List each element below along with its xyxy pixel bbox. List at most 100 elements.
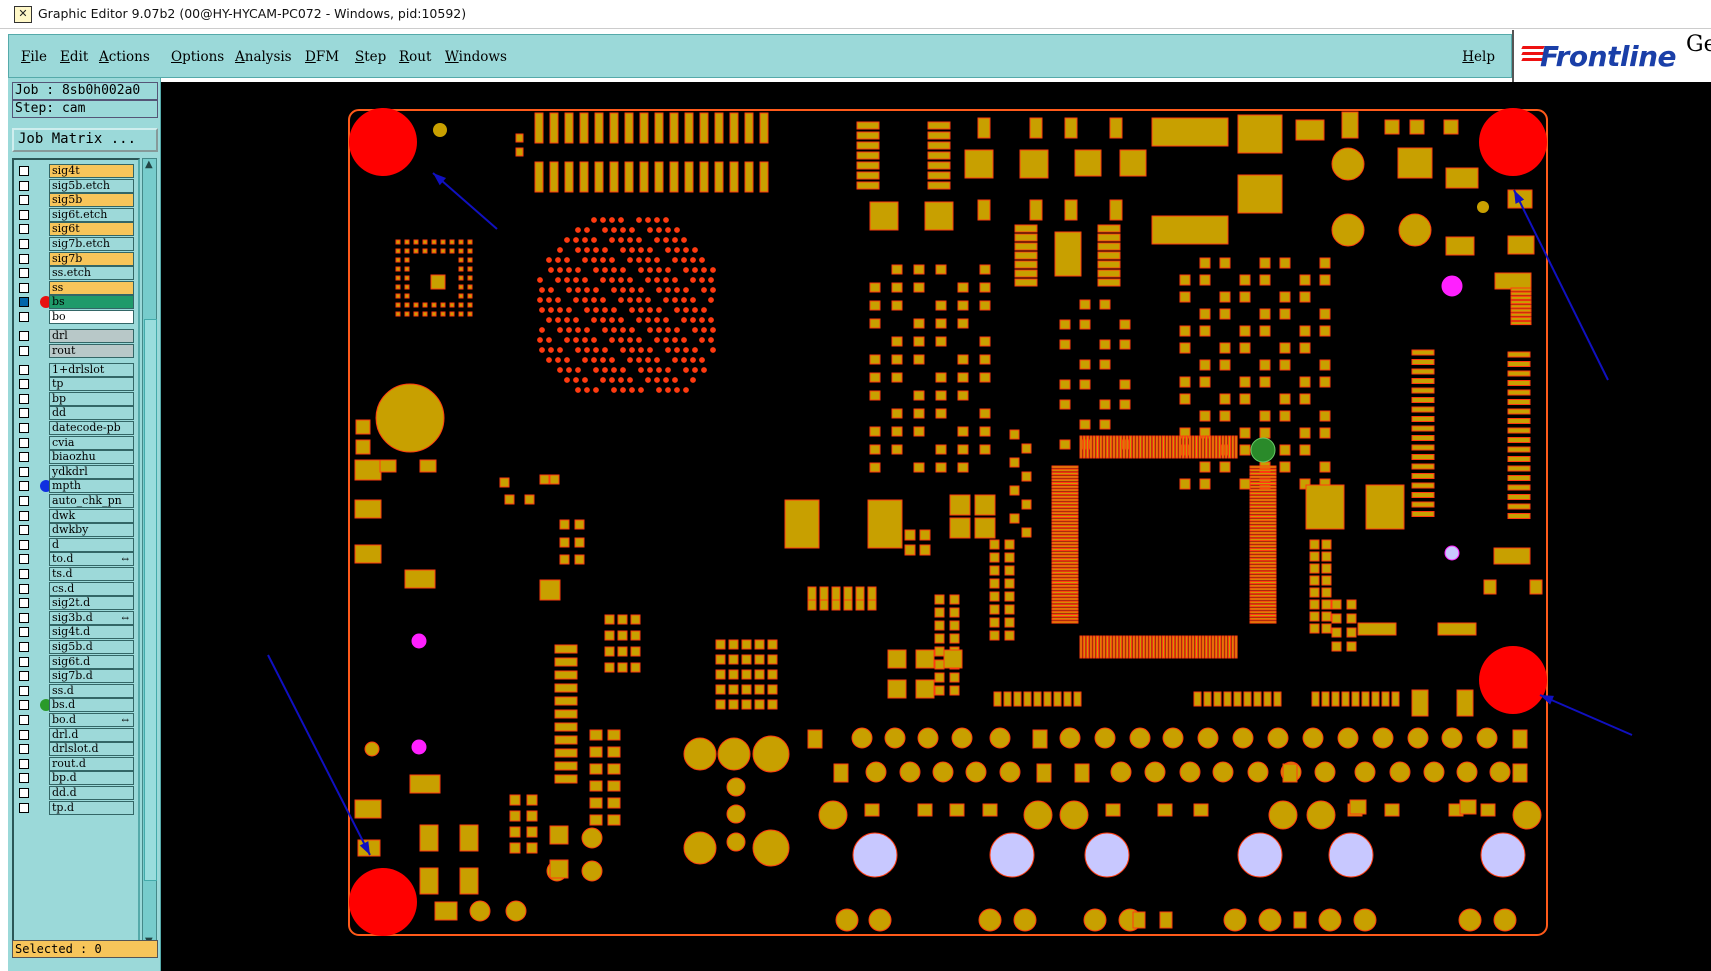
layer-row[interactable]: tp.d	[16, 800, 136, 815]
layer-name[interactable]: tp	[49, 377, 134, 392]
layer-checkbox[interactable]	[19, 180, 29, 191]
layer-row[interactable]: drlslot.d	[16, 742, 136, 757]
layer-row[interactable]: cvia	[16, 435, 136, 450]
layer-row[interactable]: auto_chk_pn	[16, 494, 136, 508]
menu-dfm[interactable]: DFM	[305, 49, 339, 65]
layer-name[interactable]: dwk	[49, 508, 134, 523]
layer-checkbox[interactable]	[19, 598, 29, 609]
layer-row[interactable]: dwk	[16, 508, 136, 523]
layer-name[interactable]: d	[49, 537, 134, 552]
menu-edit[interactable]: Edit	[60, 49, 88, 65]
menu-windows[interactable]: Windows	[445, 49, 507, 65]
layer-row[interactable]: drl	[16, 329, 136, 343]
layer-row[interactable]: ss	[16, 280, 136, 295]
layer-name[interactable]: datecode-pb	[49, 421, 134, 435]
layer-list[interactable]: sig4t sig5b.etch sig5b sig6t.etch sig6t sig7b…	[12, 158, 140, 948]
layer-row[interactable]: sig6t.etch	[16, 207, 136, 222]
layer-row[interactable]: dd	[16, 406, 136, 421]
layer-checkbox[interactable]	[19, 539, 29, 550]
layer-name[interactable]: sig4t.d	[49, 625, 134, 640]
layer-row[interactable]: sig7b.d	[16, 669, 136, 684]
layer-row[interactable]: cs.d	[16, 581, 136, 596]
layer-name[interactable]: cs.d	[49, 581, 134, 596]
layer-checkbox[interactable]	[19, 423, 29, 433]
layer-checkbox[interactable]	[19, 345, 29, 356]
layer-checkbox[interactable]	[19, 239, 29, 249]
layer-row[interactable]: bo	[16, 310, 136, 324]
layer-checkbox[interactable]	[19, 612, 29, 623]
layer-checkbox[interactable]	[19, 685, 29, 696]
layer-name[interactable]: ss.etch	[49, 266, 134, 281]
layer-row[interactable]: ydkdrl	[16, 464, 136, 479]
layer-name[interactable]: sig4t	[49, 164, 134, 178]
layer-list-scrollbar[interactable]: ▲ ▼	[142, 158, 157, 948]
layer-checkbox[interactable]	[19, 393, 29, 404]
layer-checkbox[interactable]	[19, 209, 29, 220]
layer-checkbox[interactable]	[19, 297, 29, 308]
layer-checkbox[interactable]	[19, 583, 29, 594]
layer-row[interactable]: bp	[16, 391, 136, 406]
layer-row[interactable]: sig3b.d ↔	[16, 610, 136, 625]
layer-row[interactable]: datecode-pb	[16, 421, 136, 435]
layer-row[interactable]: ss.d	[16, 683, 136, 698]
scroll-up-icon[interactable]: ▲	[145, 159, 153, 170]
layer-name[interactable]: bp	[49, 391, 134, 406]
layer-checkbox[interactable]	[19, 437, 29, 448]
layer-name[interactable]: ss	[49, 280, 134, 295]
layer-row[interactable]: dwkby	[16, 523, 136, 538]
layer-name[interactable]: drlslot.d	[49, 742, 134, 757]
layer-row[interactable]: sig7b.etch	[16, 237, 136, 251]
layer-row[interactable]: sig5b	[16, 193, 136, 208]
menu-step[interactable]: Step	[355, 49, 386, 65]
layer-checkbox[interactable]	[19, 268, 29, 279]
layer-row[interactable]: sig5b.etch	[16, 178, 136, 193]
layer-name[interactable]: 1+drlslot	[49, 362, 134, 377]
layer-name[interactable]: sig5b.etch	[49, 178, 134, 193]
layer-checkbox[interactable]	[19, 481, 29, 492]
menu-rout[interactable]: Rout	[399, 49, 431, 65]
layer-checkbox[interactable]	[19, 671, 29, 682]
layer-name[interactable]: sig7b.etch	[49, 237, 134, 251]
layer-checkbox[interactable]	[19, 510, 29, 521]
job-matrix-button[interactable]: Job Matrix ...	[12, 128, 158, 152]
layer-name[interactable]: dwkby	[49, 523, 134, 538]
pcb-view[interactable]	[161, 82, 1711, 971]
layer-name[interactable]: bs	[49, 295, 134, 310]
layer-checkbox[interactable]	[19, 312, 29, 322]
layer-checkbox[interactable]	[19, 364, 29, 375]
layer-name[interactable]: auto_chk_pn	[49, 494, 134, 508]
layer-checkbox[interactable]	[19, 802, 29, 813]
layer-row[interactable]: ss.etch	[16, 266, 136, 281]
layer-name[interactable]: sig7b.d	[49, 669, 134, 684]
layer-checkbox[interactable]	[19, 166, 29, 176]
layer-name[interactable]: sig5b	[49, 193, 134, 208]
layer-checkbox[interactable]	[19, 331, 29, 341]
layer-name[interactable]: ydkdrl	[49, 464, 134, 479]
layer-row[interactable]: sig6t.d	[16, 654, 136, 669]
layer-row[interactable]: dd.d	[16, 786, 136, 800]
layer-row[interactable]: sig7b	[16, 251, 136, 266]
layer-checkbox[interactable]	[19, 700, 29, 711]
layer-checkbox[interactable]	[19, 195, 29, 206]
layer-checkbox[interactable]	[19, 729, 29, 740]
layer-name[interactable]: tp.d	[49, 800, 134, 815]
layer-name[interactable]: to.d ↔	[49, 552, 134, 567]
layer-checkbox[interactable]	[19, 569, 29, 579]
layer-name[interactable]: sig6t.etch	[49, 207, 134, 222]
layer-checkbox[interactable]	[19, 642, 29, 652]
layer-row[interactable]: sig4t	[16, 164, 136, 178]
menu-actions[interactable]: Actions	[99, 49, 150, 65]
layer-row[interactable]: bp.d	[16, 771, 136, 786]
layer-checkbox[interactable]	[19, 452, 29, 463]
layer-row[interactable]: 1+drlslot	[16, 362, 136, 377]
layer-checkbox[interactable]	[19, 656, 29, 667]
layer-name[interactable]: sig6t.d	[49, 654, 134, 669]
layer-row[interactable]: bs	[16, 295, 136, 310]
layer-name[interactable]: sig3b.d ↔	[49, 610, 134, 625]
layer-name[interactable]: dd.d	[49, 786, 134, 800]
layer-name[interactable]: drl.d	[49, 727, 134, 742]
layer-name[interactable]: rout	[49, 343, 134, 358]
layer-checkbox[interactable]	[19, 379, 29, 390]
layer-row[interactable]: bo.d ↔	[16, 713, 136, 727]
layer-name[interactable]: ts.d	[49, 567, 134, 581]
